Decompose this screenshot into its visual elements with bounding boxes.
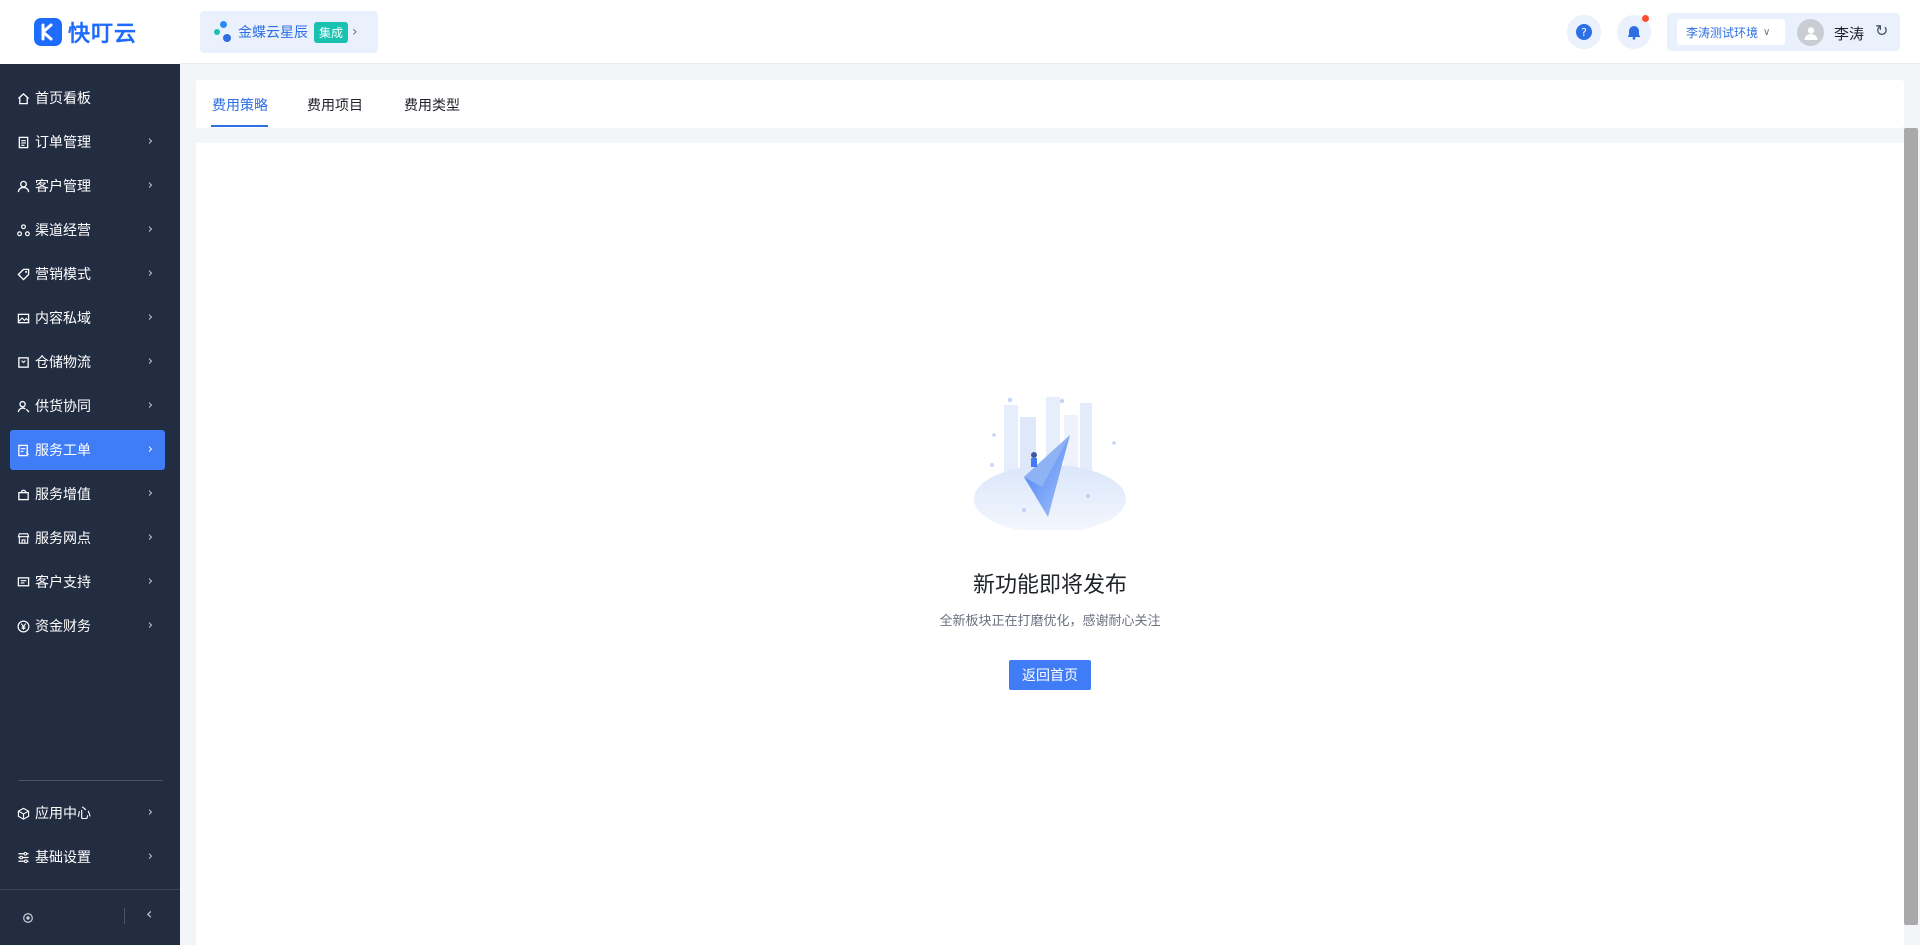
empty-state-title: 新功能即将发布 (972, 573, 1127, 598)
avatar[interactable] (1797, 19, 1824, 46)
user-link-icon (16, 399, 30, 413)
chevron-right-icon: › (147, 178, 153, 193)
chevron-right-icon: › (147, 266, 153, 281)
sidebar-item-channels[interactable]: 渠道经营 › (10, 210, 165, 250)
user-icon (16, 179, 30, 193)
sidebar-item-customers[interactable]: 客户管理 › (10, 166, 165, 206)
sidebar-divider (18, 780, 163, 781)
chevron-down-icon: ∨ (1763, 26, 1771, 38)
help-icon: ? (1576, 24, 1592, 40)
chevron-right-icon: › (147, 354, 153, 369)
tag-icon (16, 267, 30, 281)
active-tab-indicator (211, 125, 268, 127)
sidebar-item-label: 供货协同 (35, 399, 91, 415)
sidebar-item-value-added[interactable]: 服务增值 › (10, 474, 165, 514)
sidebar-item-label: 客户管理 (35, 179, 91, 195)
chevron-right-icon: › (352, 24, 358, 40)
sidebar-item-label: 订单管理 (35, 135, 91, 151)
sidebar-item-marketing[interactable]: 营销模式 › (10, 254, 165, 294)
sidebar-item-label: 内容私域 (35, 311, 91, 327)
sidebar-item-service-points[interactable]: 服务网点 › (10, 518, 165, 558)
sidebar: 首页看板 订单管理 › 客户管理 › 渠道经营 › 营销模式 › 内容私域 › … (0, 64, 180, 945)
sidebar-item-label: 渠道经营 (35, 223, 91, 239)
sidebar-item-label: 应用中心 (35, 806, 91, 822)
chevron-right-icon: › (147, 134, 153, 149)
sidebar-item-supply[interactable]: 供货协同 › (10, 386, 165, 426)
sidebar-item-label: 服务增值 (35, 487, 91, 503)
chevron-right-icon: › (147, 442, 153, 457)
integration-name: 金蝶云星辰 (238, 25, 308, 41)
empty-state-subtitle: 全新板块正在打磨优化，感谢耐心关注 (939, 614, 1161, 629)
notification-button[interactable] (1617, 15, 1651, 49)
clipboard-icon (16, 135, 30, 149)
kingdee-logo-icon (214, 21, 232, 43)
sidebar-item-orders[interactable]: 订单管理 › (10, 122, 165, 162)
integration-badge: 集成 (314, 21, 349, 43)
sidebar-item-content[interactable]: 内容私域 › (10, 298, 165, 338)
chevron-right-icon: › (147, 849, 153, 864)
tab-expense-items[interactable]: 费用项目 (307, 95, 363, 115)
sidebar-item-label: 基础设置 (35, 850, 91, 866)
integration-switcher[interactable]: 金蝶云星辰 集成 › (200, 11, 378, 53)
box-icon (16, 355, 30, 369)
sidebar-item-label: 营销模式 (35, 267, 91, 283)
environment-select[interactable]: 李涛测试环境 ∨ (1677, 19, 1785, 45)
store-icon (16, 531, 30, 545)
user-avatar-icon (1804, 26, 1817, 40)
svg-text:?: ? (1581, 26, 1587, 39)
logo[interactable]: 快叮云 (0, 0, 180, 64)
tab-bar: 费用策略 费用项目 费用类型 (196, 80, 1904, 128)
main-content (196, 143, 1904, 945)
coming-soon-illustration (974, 397, 1126, 530)
collapse-sidebar-icon[interactable]: ‹ (146, 904, 152, 923)
bag-icon (16, 487, 30, 501)
sidebar-item-settings[interactable]: 基础设置 › (10, 837, 165, 877)
sidebar-item-label: 服务工单 (35, 443, 91, 459)
scrollbar[interactable] (1904, 128, 1918, 925)
app-name: 快叮云 (68, 22, 138, 47)
image-icon (16, 311, 30, 325)
sidebar-item-dashboard[interactable]: 首页看板 (10, 78, 165, 118)
back-home-button[interactable]: 返回首页 (1009, 660, 1091, 690)
sidebar-item-service-tickets[interactable]: 服务工单 › (10, 430, 165, 470)
chevron-right-icon: › (147, 222, 153, 237)
home-icon (16, 91, 30, 105)
notification-dot (1642, 15, 1649, 22)
chevron-right-icon: › (147, 530, 153, 545)
network-icon (16, 223, 30, 237)
bell-icon (1628, 26, 1640, 40)
sidebar-item-warehouse[interactable]: 仓储物流 › (10, 342, 165, 382)
chevron-right-icon: › (147, 486, 153, 501)
sidebar-item-label: 仓储物流 (35, 355, 91, 371)
tab-expense-strategy[interactable]: 费用策略 (212, 95, 268, 115)
user-name[interactable]: 李涛 (1834, 23, 1864, 44)
chevron-right-icon: › (147, 398, 153, 413)
sidebar-footer-divider (0, 889, 180, 890)
help-button[interactable]: ? (1567, 15, 1601, 49)
footer-separator (124, 908, 125, 924)
chevron-right-icon: › (147, 310, 153, 325)
cube-icon (16, 806, 30, 820)
theme-icon[interactable] (22, 909, 34, 928)
sidebar-item-app-center[interactable]: 应用中心 › (10, 793, 165, 833)
environment-label: 李涛测试环境 (1686, 25, 1759, 40)
sliders-icon (16, 850, 30, 864)
logo-icon (34, 18, 62, 46)
sidebar-item-label: 首页看板 (35, 91, 91, 107)
chevron-right-icon: › (147, 805, 153, 820)
refresh-icon[interactable]: ↻ (1875, 21, 1888, 40)
tab-expense-types[interactable]: 费用类型 (404, 95, 460, 115)
top-header: 快叮云 金蝶云星辰 集成 › ? 李涛测试环境 ∨ 李涛 ↻ (0, 0, 1920, 64)
ticket-icon (16, 443, 30, 457)
sidebar-item-label: 服务网点 (35, 531, 91, 547)
user-area: 李涛测试环境 ∨ 李涛 ↻ (1667, 13, 1900, 51)
